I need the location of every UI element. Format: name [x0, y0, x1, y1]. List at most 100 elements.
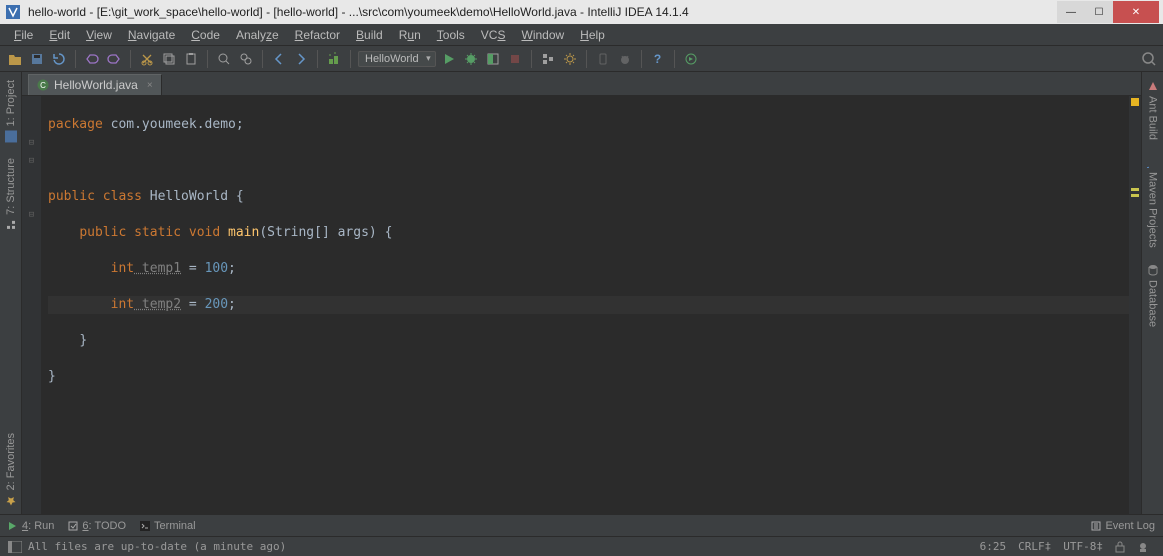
maximize-button[interactable]: ☐	[1085, 1, 1113, 23]
bottom-run[interactable]: 4: Run	[8, 520, 54, 532]
toolbar-separator	[531, 50, 532, 68]
left-tool-stripe: 1: Project 7: Structure 2: Favorites	[0, 72, 22, 514]
sidebar-project[interactable]: 1: Project	[3, 72, 19, 150]
warning-mark-icon[interactable]	[1131, 194, 1139, 197]
open-icon[interactable]	[6, 50, 24, 68]
menu-window[interactable]: Window	[513, 26, 572, 44]
bottom-terminal[interactable]: Terminal	[140, 520, 196, 532]
menu-refactor[interactable]: Refactor	[287, 26, 348, 44]
java-class-icon: C	[37, 79, 49, 91]
run-config-label: HelloWorld	[365, 53, 419, 65]
menu-run[interactable]: Run	[391, 26, 429, 44]
svg-text:m: m	[1147, 166, 1153, 168]
cut-icon[interactable]	[138, 50, 156, 68]
fold-method-icon[interactable]: ⊟	[22, 152, 41, 170]
file-tab-helloworld[interactable]: C HelloWorld.java ×	[28, 74, 162, 95]
back-icon[interactable]	[270, 50, 288, 68]
avd-icon[interactable]	[594, 50, 612, 68]
status-message: All files are up-to-date (a minute ago)	[28, 540, 286, 553]
structure-side-icon	[5, 219, 17, 231]
readonly-toggle-icon[interactable]	[1109, 541, 1131, 553]
menu-navigate[interactable]: Navigate	[120, 26, 183, 44]
caret-position[interactable]: 6:25	[974, 540, 1013, 553]
run-icon[interactable]	[440, 50, 458, 68]
sidebar-favorites[interactable]: 2: Favorites	[3, 425, 19, 514]
bottom-event-log-label: Event Log	[1105, 520, 1155, 532]
menu-view[interactable]: View	[78, 26, 120, 44]
minimize-button[interactable]: —	[1057, 1, 1085, 23]
bottom-run-label: 4: Run	[22, 520, 54, 532]
fold-end-icon[interactable]: ⊟	[22, 206, 41, 224]
bottom-event-log[interactable]: Event Log	[1091, 520, 1155, 532]
file-encoding[interactable]: UTF-8‡	[1057, 540, 1109, 553]
error-stripe[interactable]	[1129, 96, 1141, 514]
make-icon[interactable]	[325, 50, 343, 68]
fold-class-icon[interactable]: ⊟	[22, 134, 41, 152]
menu-vcs[interactable]: VCS	[473, 26, 514, 44]
toolbar-separator	[586, 50, 587, 68]
forward-icon[interactable]	[292, 50, 310, 68]
sidebar-ant-build[interactable]: Ant Build	[1145, 72, 1161, 148]
hector-icon[interactable]	[1131, 541, 1155, 553]
event-log-icon	[1091, 521, 1101, 531]
bottom-terminal-label: Terminal	[154, 520, 196, 532]
line-separator[interactable]: CRLF‡	[1012, 540, 1057, 553]
menu-bar: File Edit View Navigate Code Analyze Ref…	[0, 24, 1163, 46]
sidebar-maven[interactable]: m Maven Projects	[1145, 148, 1161, 256]
run-config-selector[interactable]: HelloWorld	[358, 51, 436, 67]
bottom-todo[interactable]: 6: TODO	[68, 520, 126, 532]
star-icon	[5, 494, 17, 506]
menu-file[interactable]: File	[6, 26, 41, 44]
undo-icon[interactable]	[83, 50, 101, 68]
sidebar-maven-label: Maven Projects	[1147, 172, 1159, 248]
menu-analyze[interactable]: Analyze	[228, 26, 287, 44]
menu-tools[interactable]: Tools	[429, 26, 473, 44]
gutter: ⊟ ⊟ ⊟	[22, 96, 42, 514]
help-icon[interactable]: ?	[649, 50, 667, 68]
ant-icon	[1147, 80, 1159, 92]
tab-close-icon[interactable]: ×	[143, 80, 153, 91]
sidebar-database[interactable]: Database	[1145, 256, 1161, 335]
android-icon[interactable]	[616, 50, 634, 68]
find-icon[interactable]	[215, 50, 233, 68]
structure-icon[interactable]	[539, 50, 557, 68]
toolbar-separator	[317, 50, 318, 68]
menu-help[interactable]: Help	[572, 26, 613, 44]
stop-icon[interactable]	[506, 50, 524, 68]
save-icon[interactable]	[28, 50, 46, 68]
code-content[interactable]: package com.youmeek.demo; public class H…	[42, 96, 1129, 514]
close-button[interactable]: ✕	[1113, 1, 1159, 23]
database-icon	[1147, 264, 1159, 276]
right-tool-stripe: Ant Build m Maven Projects Database	[1141, 72, 1163, 514]
paste-icon[interactable]	[182, 50, 200, 68]
status-bar: All files are up-to-date (a minute ago) …	[0, 536, 1163, 556]
search-everywhere-icon[interactable]	[1141, 51, 1157, 67]
sidebar-ant-label: Ant Build	[1147, 96, 1159, 140]
sidebar-structure[interactable]: 7: Structure	[3, 150, 19, 239]
menu-code[interactable]: Code	[183, 26, 228, 44]
warning-mark-icon[interactable]	[1131, 188, 1139, 191]
terminal-icon	[140, 521, 150, 531]
toolbar-separator	[262, 50, 263, 68]
copy-icon[interactable]	[160, 50, 178, 68]
code-editor[interactable]: ⊟ ⊟ ⊟ package com.youmeek.demo; public c…	[22, 96, 1141, 514]
jrebel-icon[interactable]	[682, 50, 700, 68]
sync-icon[interactable]	[50, 50, 68, 68]
main-toolbar: HelloWorld ?	[0, 46, 1163, 72]
settings-icon[interactable]	[561, 50, 579, 68]
run-small-icon	[8, 521, 18, 531]
inspection-status-icon[interactable]	[1131, 98, 1139, 106]
toolbar-separator	[130, 50, 131, 68]
replace-icon[interactable]	[237, 50, 255, 68]
menu-edit[interactable]: Edit	[41, 26, 78, 44]
main-content: 1: Project 7: Structure 2: Favorites C H…	[0, 72, 1163, 514]
window-controls: — ☐ ✕	[1057, 1, 1159, 23]
sidebar-database-label: Database	[1147, 280, 1159, 327]
debug-icon[interactable]	[462, 50, 480, 68]
menu-build[interactable]: Build	[348, 26, 391, 44]
toolwindow-toggle-icon[interactable]	[8, 541, 22, 553]
ij-logo-icon	[4, 3, 22, 21]
toolbar-separator	[350, 50, 351, 68]
redo-icon[interactable]	[105, 50, 123, 68]
coverage-icon[interactable]	[484, 50, 502, 68]
